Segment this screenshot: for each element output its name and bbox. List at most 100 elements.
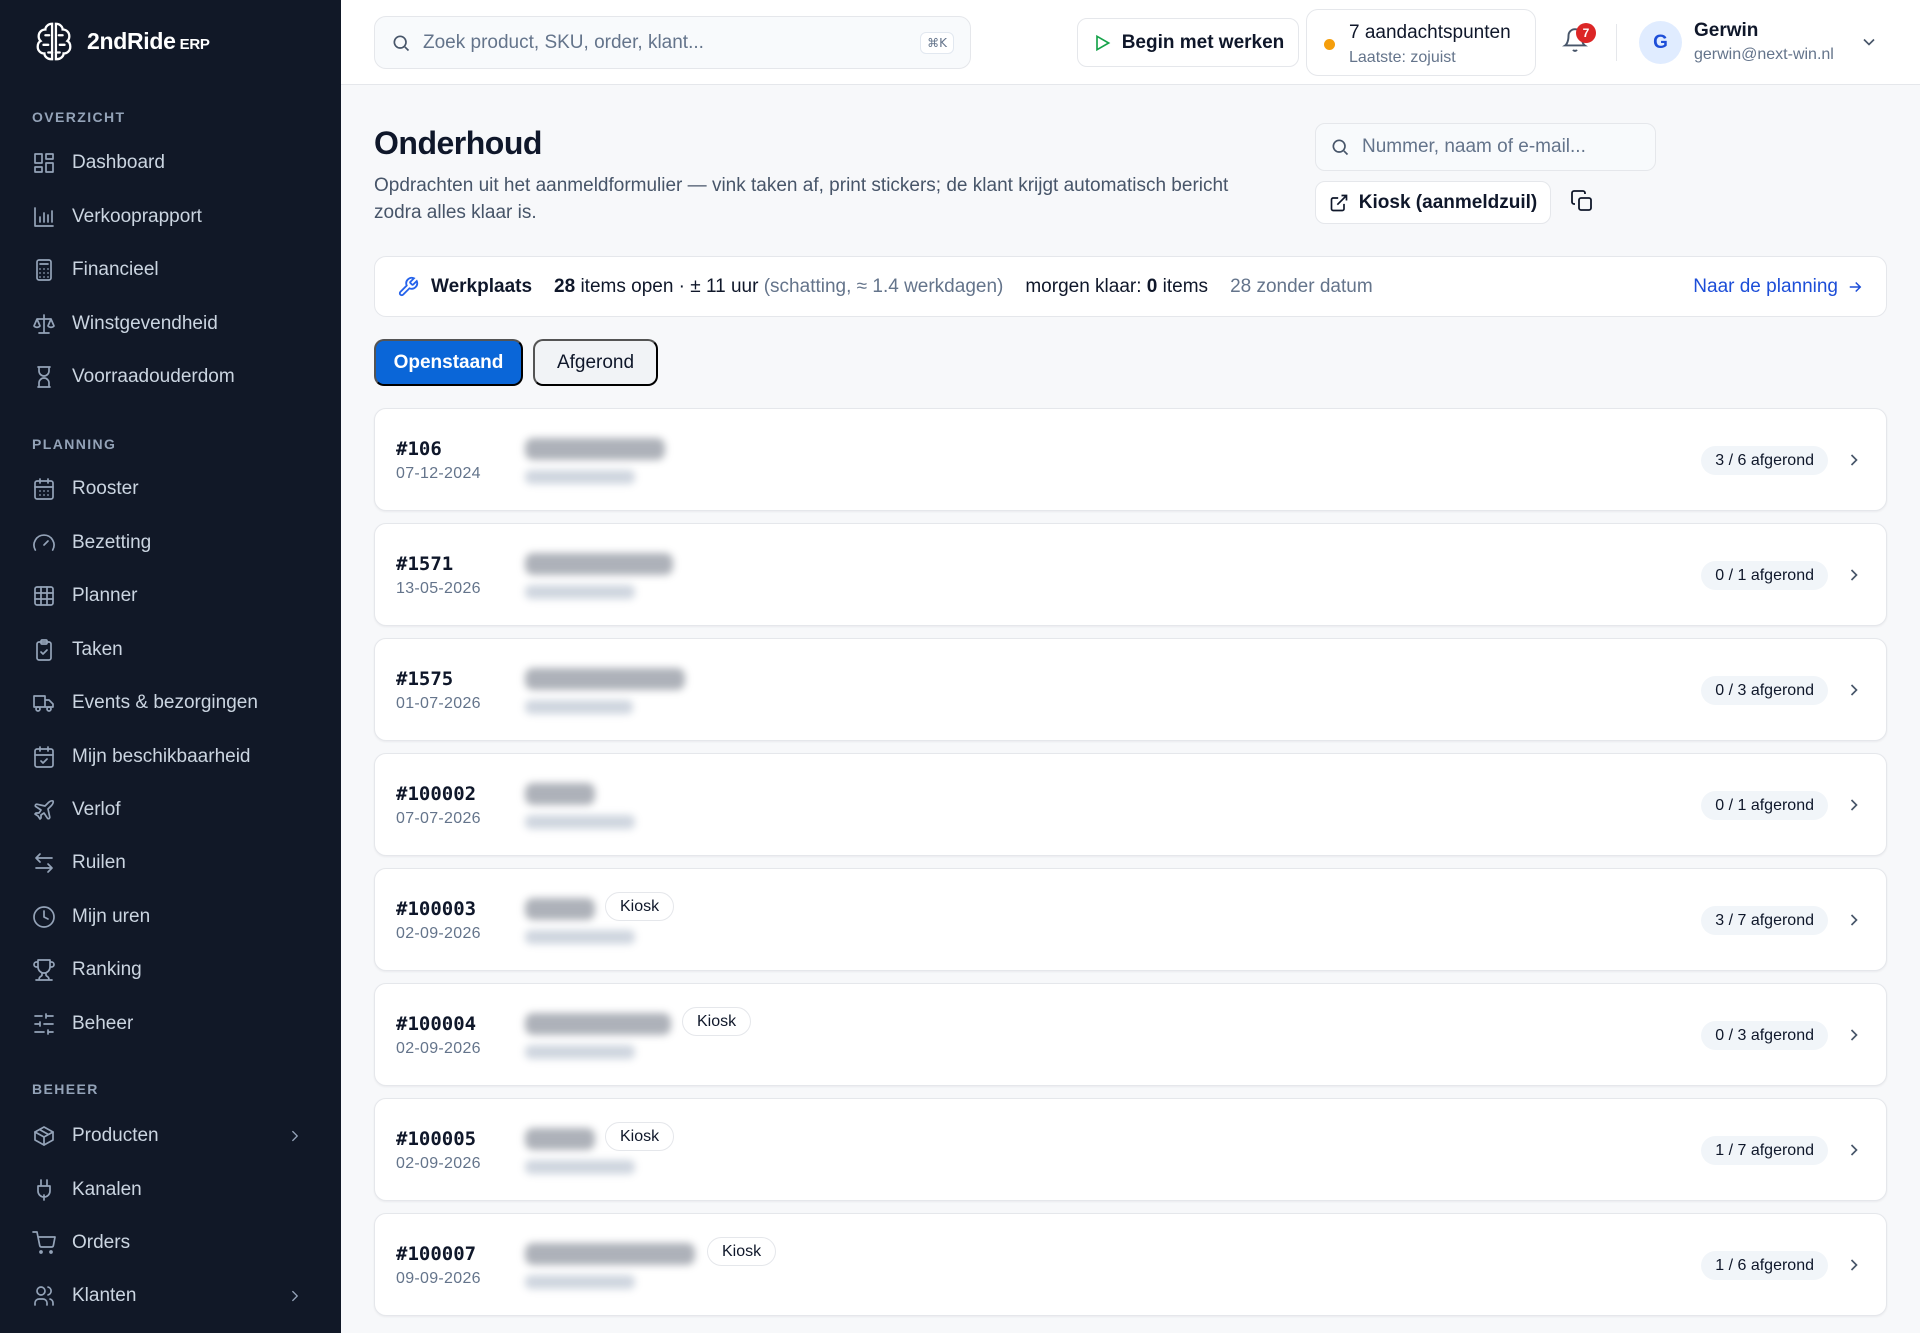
clock-icon — [33, 906, 55, 928]
order-row[interactable]: #1575 01-07-2026 0 / 3 afgerond — [374, 638, 1887, 741]
chevron-right-icon — [292, 1130, 298, 1142]
sidebar-item-label: Klanten — [72, 1285, 137, 1306]
order-date: 02-09-2026 — [396, 1040, 481, 1057]
customer-contact-redacted — [525, 815, 635, 829]
order-row[interactable]: #100005 02-09-2026 Kiosk 1 / 7 afgerond — [374, 1098, 1887, 1201]
tab-afgerond[interactable]: Afgerond — [533, 339, 658, 386]
divider — [1616, 24, 1617, 61]
order-number: #106 — [396, 438, 442, 460]
calendar-check-icon — [34, 746, 54, 768]
play-icon — [1095, 34, 1111, 51]
chevron-right-icon — [1850, 569, 1858, 581]
notifications-button[interactable]: 7 — [1562, 23, 1596, 57]
order-number: #100004 — [396, 1013, 477, 1035]
sidebar-item-label: Events & bezorgingen — [72, 692, 258, 713]
sidebar-item-mijn-uren[interactable]: Mijn uren — [32, 897, 312, 937]
sidebar-item-label: Dashboard — [72, 152, 165, 173]
user-name[interactable]: Gerwin — [1694, 20, 1758, 42]
sidebar-item-ruilen[interactable]: Ruilen — [32, 843, 312, 883]
hourglass-icon — [37, 366, 51, 388]
chevron-right-icon — [1850, 1259, 1858, 1271]
copy-link-button[interactable] — [1570, 189, 1598, 217]
workshop-status-bar: Werkplaats 28 items open · ± 11 uur (sch… — [374, 256, 1887, 317]
order-number: #1575 — [396, 668, 454, 690]
order-row[interactable]: #100002 07-07-2026 0 / 1 afgerond — [374, 753, 1887, 856]
customer-name-redacted — [525, 1128, 595, 1150]
sidebar-item-mijn-beschikbaarheid[interactable]: Mijn beschikbaarheid — [32, 737, 312, 777]
sidebar-item-winstgevendheid[interactable]: Winstgevendheid — [32, 304, 312, 344]
sidebar-item-label: Mijn uren — [72, 906, 151, 927]
sidebar-item-rooster[interactable]: Rooster — [32, 469, 312, 509]
order-row[interactable]: #100004 02-09-2026 Kiosk 0 / 3 afgerond — [374, 983, 1887, 1086]
sidebar-item-events-bezorgingen[interactable]: Events & bezorgingen — [32, 683, 312, 723]
package-icon — [34, 1126, 54, 1146]
order-lookup-input[interactable] — [1362, 136, 1641, 158]
sidebar-item-label: Planner — [72, 585, 138, 606]
sidebar-item-voorraadouderdom[interactable]: Voorraadouderdom — [32, 357, 312, 397]
sidebar-item-kanalen[interactable]: Kanalen — [32, 1170, 312, 1210]
order-row[interactable]: #100007 09-09-2026 Kiosk 1 / 6 afgerond — [374, 1213, 1887, 1316]
kiosk-badge: Kiosk — [707, 1237, 777, 1266]
sidebar-item-verlof[interactable]: Verlof — [32, 790, 312, 830]
notification-badge: 7 — [1576, 23, 1596, 43]
customer-name-redacted — [525, 438, 665, 460]
chevron-right-icon — [1850, 799, 1858, 811]
sidebar-item-label: Ranking — [72, 959, 142, 980]
sidebar-item-verkooprapport[interactable]: Verkooprapport — [32, 197, 312, 237]
sidebar-item-orders[interactable]: Orders — [32, 1223, 312, 1263]
planning-link[interactable]: Naar de planning — [1693, 276, 1864, 298]
sidebar-item-label: Mijn beschikbaarheid — [72, 746, 251, 767]
order-number: #100005 — [396, 1128, 477, 1150]
order-lookup[interactable] — [1315, 123, 1656, 171]
sidebar-item-taken[interactable]: Taken — [32, 630, 312, 670]
order-row[interactable]: #106 07-12-2024 3 / 6 afgerond — [374, 408, 1887, 511]
order-number: #100003 — [396, 898, 477, 920]
sidebar-item-label: Producten — [72, 1125, 159, 1146]
sidebar-item-bezetting[interactable]: Bezetting — [32, 523, 312, 563]
sidebar-item-producten[interactable]: Producten — [32, 1116, 312, 1156]
sidebar-item-beheer[interactable]: Beheer — [32, 1004, 312, 1044]
kiosk-button[interactable]: Kiosk (aanmeldzuil) — [1315, 181, 1551, 224]
customer-name-redacted — [525, 898, 595, 920]
avatar[interactable]: G — [1639, 21, 1682, 64]
sidebar-item-planner[interactable]: Planner — [32, 576, 312, 616]
chevron-right-icon — [1850, 454, 1858, 466]
sidebar-item-label: Kanalen — [72, 1179, 142, 1200]
sidebar-item-klanten[interactable]: Klanten — [32, 1276, 312, 1316]
attention-points-button[interactable]: 7 aandachtspunten Laatste: zojuist — [1306, 9, 1536, 76]
global-search[interactable]: ⌘K — [374, 16, 971, 69]
truck-icon — [33, 695, 54, 712]
clipboard-check-icon — [36, 639, 52, 661]
tab-openstaand[interactable]: Openstaand — [374, 339, 523, 386]
global-search-input[interactable] — [423, 31, 909, 54]
kiosk-button-label: Kiosk (aanmeldzuil) — [1358, 191, 1538, 213]
wrench-icon — [398, 276, 419, 296]
section-beheer: BEHEER — [32, 1081, 99, 1097]
sidebar-item-dashboard[interactable]: Dashboard — [32, 143, 312, 183]
customer-name-redacted — [525, 1243, 695, 1265]
chevron-right-icon — [1850, 1144, 1858, 1156]
customer-contact-redacted — [525, 470, 635, 484]
progress-badge: 0 / 1 afgerond — [1701, 791, 1828, 820]
sidebar-item-ranking[interactable]: Ranking — [32, 950, 312, 990]
brand-logo[interactable]: 2ndRide ERP — [31, 18, 210, 64]
sidebar-item-label: Taken — [72, 639, 123, 660]
progress-badge: 0 / 3 afgerond — [1701, 676, 1828, 705]
start-work-button[interactable]: Begin met werken — [1077, 18, 1299, 67]
order-date: 07-12-2024 — [396, 465, 481, 482]
chevron-right-icon — [1850, 914, 1858, 926]
sidebar-item-financieel[interactable]: Financieel — [32, 250, 312, 290]
chevron-down-icon[interactable] — [1859, 32, 1879, 52]
progress-badge: 1 / 6 afgerond — [1701, 1251, 1828, 1280]
order-number: #100002 — [396, 783, 477, 805]
plug-icon — [37, 1179, 51, 1201]
order-row[interactable]: #100003 02-09-2026 Kiosk 3 / 7 afgerond — [374, 868, 1887, 971]
customer-name-redacted — [525, 1013, 671, 1035]
sidebar-item-label: Rooster — [72, 478, 139, 499]
tomorrow-unit: items — [1162, 275, 1209, 297]
tomorrow-label: morgen klaar: — [1025, 275, 1142, 297]
page-subtitle: Opdrachten uit het aanmeldformulier — vi… — [374, 175, 1229, 223]
order-date: 07-07-2026 — [396, 810, 481, 827]
order-row[interactable]: #1571 13-05-2026 0 / 1 afgerond — [374, 523, 1887, 626]
kiosk-badge: Kiosk — [605, 1122, 675, 1151]
